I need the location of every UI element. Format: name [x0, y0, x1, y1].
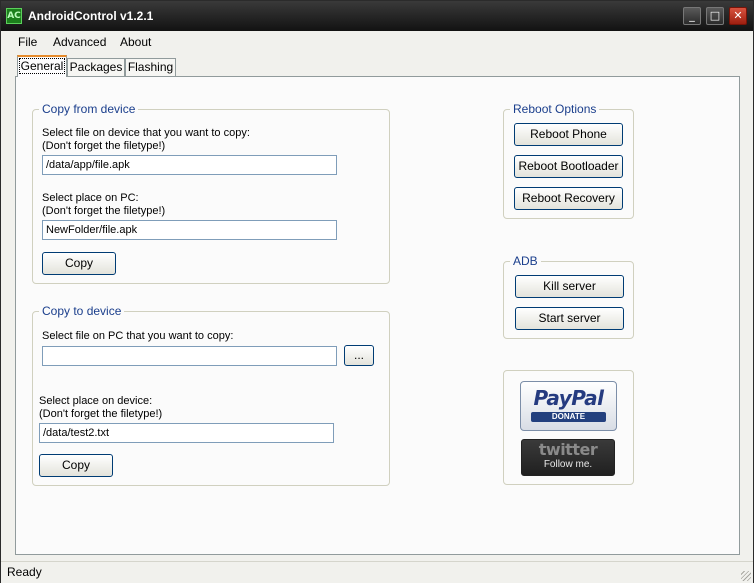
resize-grip-icon[interactable] [741, 571, 751, 581]
copy-from-device-button[interactable]: Copy [42, 252, 116, 275]
android-app-icon: AC [6, 8, 22, 24]
reboot-options-group: Reboot Options Reboot Phone Reboot Bootl… [503, 102, 634, 219]
pc-place-input[interactable]: NewFolder/file.apk [42, 220, 337, 240]
app-window: AC AndroidControl v1.2.1 _ □ ✕ File Adva… [0, 0, 754, 583]
pc-file-label: Select file on PC that you want to copy: [42, 330, 234, 342]
start-server-button[interactable]: Start server [515, 307, 624, 330]
adb-legend: ADB [510, 254, 541, 268]
minimize-button[interactable]: _ [683, 7, 701, 25]
close-button[interactable]: ✕ [729, 7, 747, 25]
status-bar: Ready [1, 561, 753, 583]
reboot-phone-button[interactable]: Reboot Phone [514, 123, 623, 146]
kill-server-button[interactable]: Kill server [515, 275, 624, 298]
menu-about[interactable]: About [120, 35, 151, 49]
device-file-hint: (Don't forget the filetype!) [42, 140, 166, 152]
tab-general-label: General [18, 58, 66, 74]
device-place-label: Select place on device: [39, 395, 153, 407]
menu-advanced[interactable]: Advanced [53, 35, 106, 49]
tab-packages[interactable]: Packages [67, 58, 125, 76]
tab-strip: General Packages Flashing [1, 55, 753, 77]
paypal-donate-text: DONATE [531, 412, 606, 422]
adb-group: ADB Kill server Start server [503, 254, 634, 339]
menu-file[interactable]: File [18, 35, 37, 49]
status-text: Ready [7, 565, 42, 579]
tab-general[interactable]: General [17, 55, 67, 77]
copy-from-device-legend: Copy from device [39, 102, 139, 116]
donate-group: PayPal DONATE twitter Follow me. [503, 370, 634, 485]
maximize-button[interactable]: □ [706, 7, 724, 25]
reboot-bootloader-button[interactable]: Reboot Bootloader [514, 155, 623, 178]
title-bar[interactable]: AC AndroidControl v1.2.1 _ □ ✕ [1, 1, 753, 31]
general-tab-panel: Copy from device Select file on device t… [15, 76, 740, 555]
pc-place-hint: (Don't forget the filetype!) [42, 205, 166, 217]
twitter-logo-text: twitter [538, 440, 598, 459]
copy-to-device-legend: Copy to device [39, 304, 125, 318]
browse-button[interactable]: ... [344, 345, 374, 366]
paypal-donate-button[interactable]: PayPal DONATE [520, 381, 617, 431]
twitter-follow-button[interactable]: twitter Follow me. [521, 439, 615, 476]
tab-flashing[interactable]: Flashing [125, 58, 176, 76]
menu-bar: File Advanced About [1, 31, 753, 53]
copy-to-device-group: Copy to device Select file on PC that yo… [32, 304, 390, 486]
pc-place-label: Select place on PC: [42, 192, 139, 204]
copy-from-device-group: Copy from device Select file on device t… [32, 102, 390, 284]
copy-to-device-button[interactable]: Copy [39, 454, 113, 477]
pc-file-input[interactable] [42, 346, 337, 366]
device-place-hint: (Don't forget the filetype!) [39, 408, 163, 420]
device-place-input[interactable]: /data/test2.txt [39, 423, 334, 443]
reboot-options-legend: Reboot Options [510, 102, 600, 116]
window-title: AndroidControl v1.2.1 [28, 9, 154, 23]
device-file-input[interactable]: /data/app/file.apk [42, 155, 337, 175]
paypal-logo-text: PayPal [533, 386, 604, 410]
device-file-label: Select file on device that you want to c… [42, 127, 250, 139]
reboot-recovery-button[interactable]: Reboot Recovery [514, 187, 623, 210]
twitter-follow-text: Follow me. [543, 459, 593, 470]
